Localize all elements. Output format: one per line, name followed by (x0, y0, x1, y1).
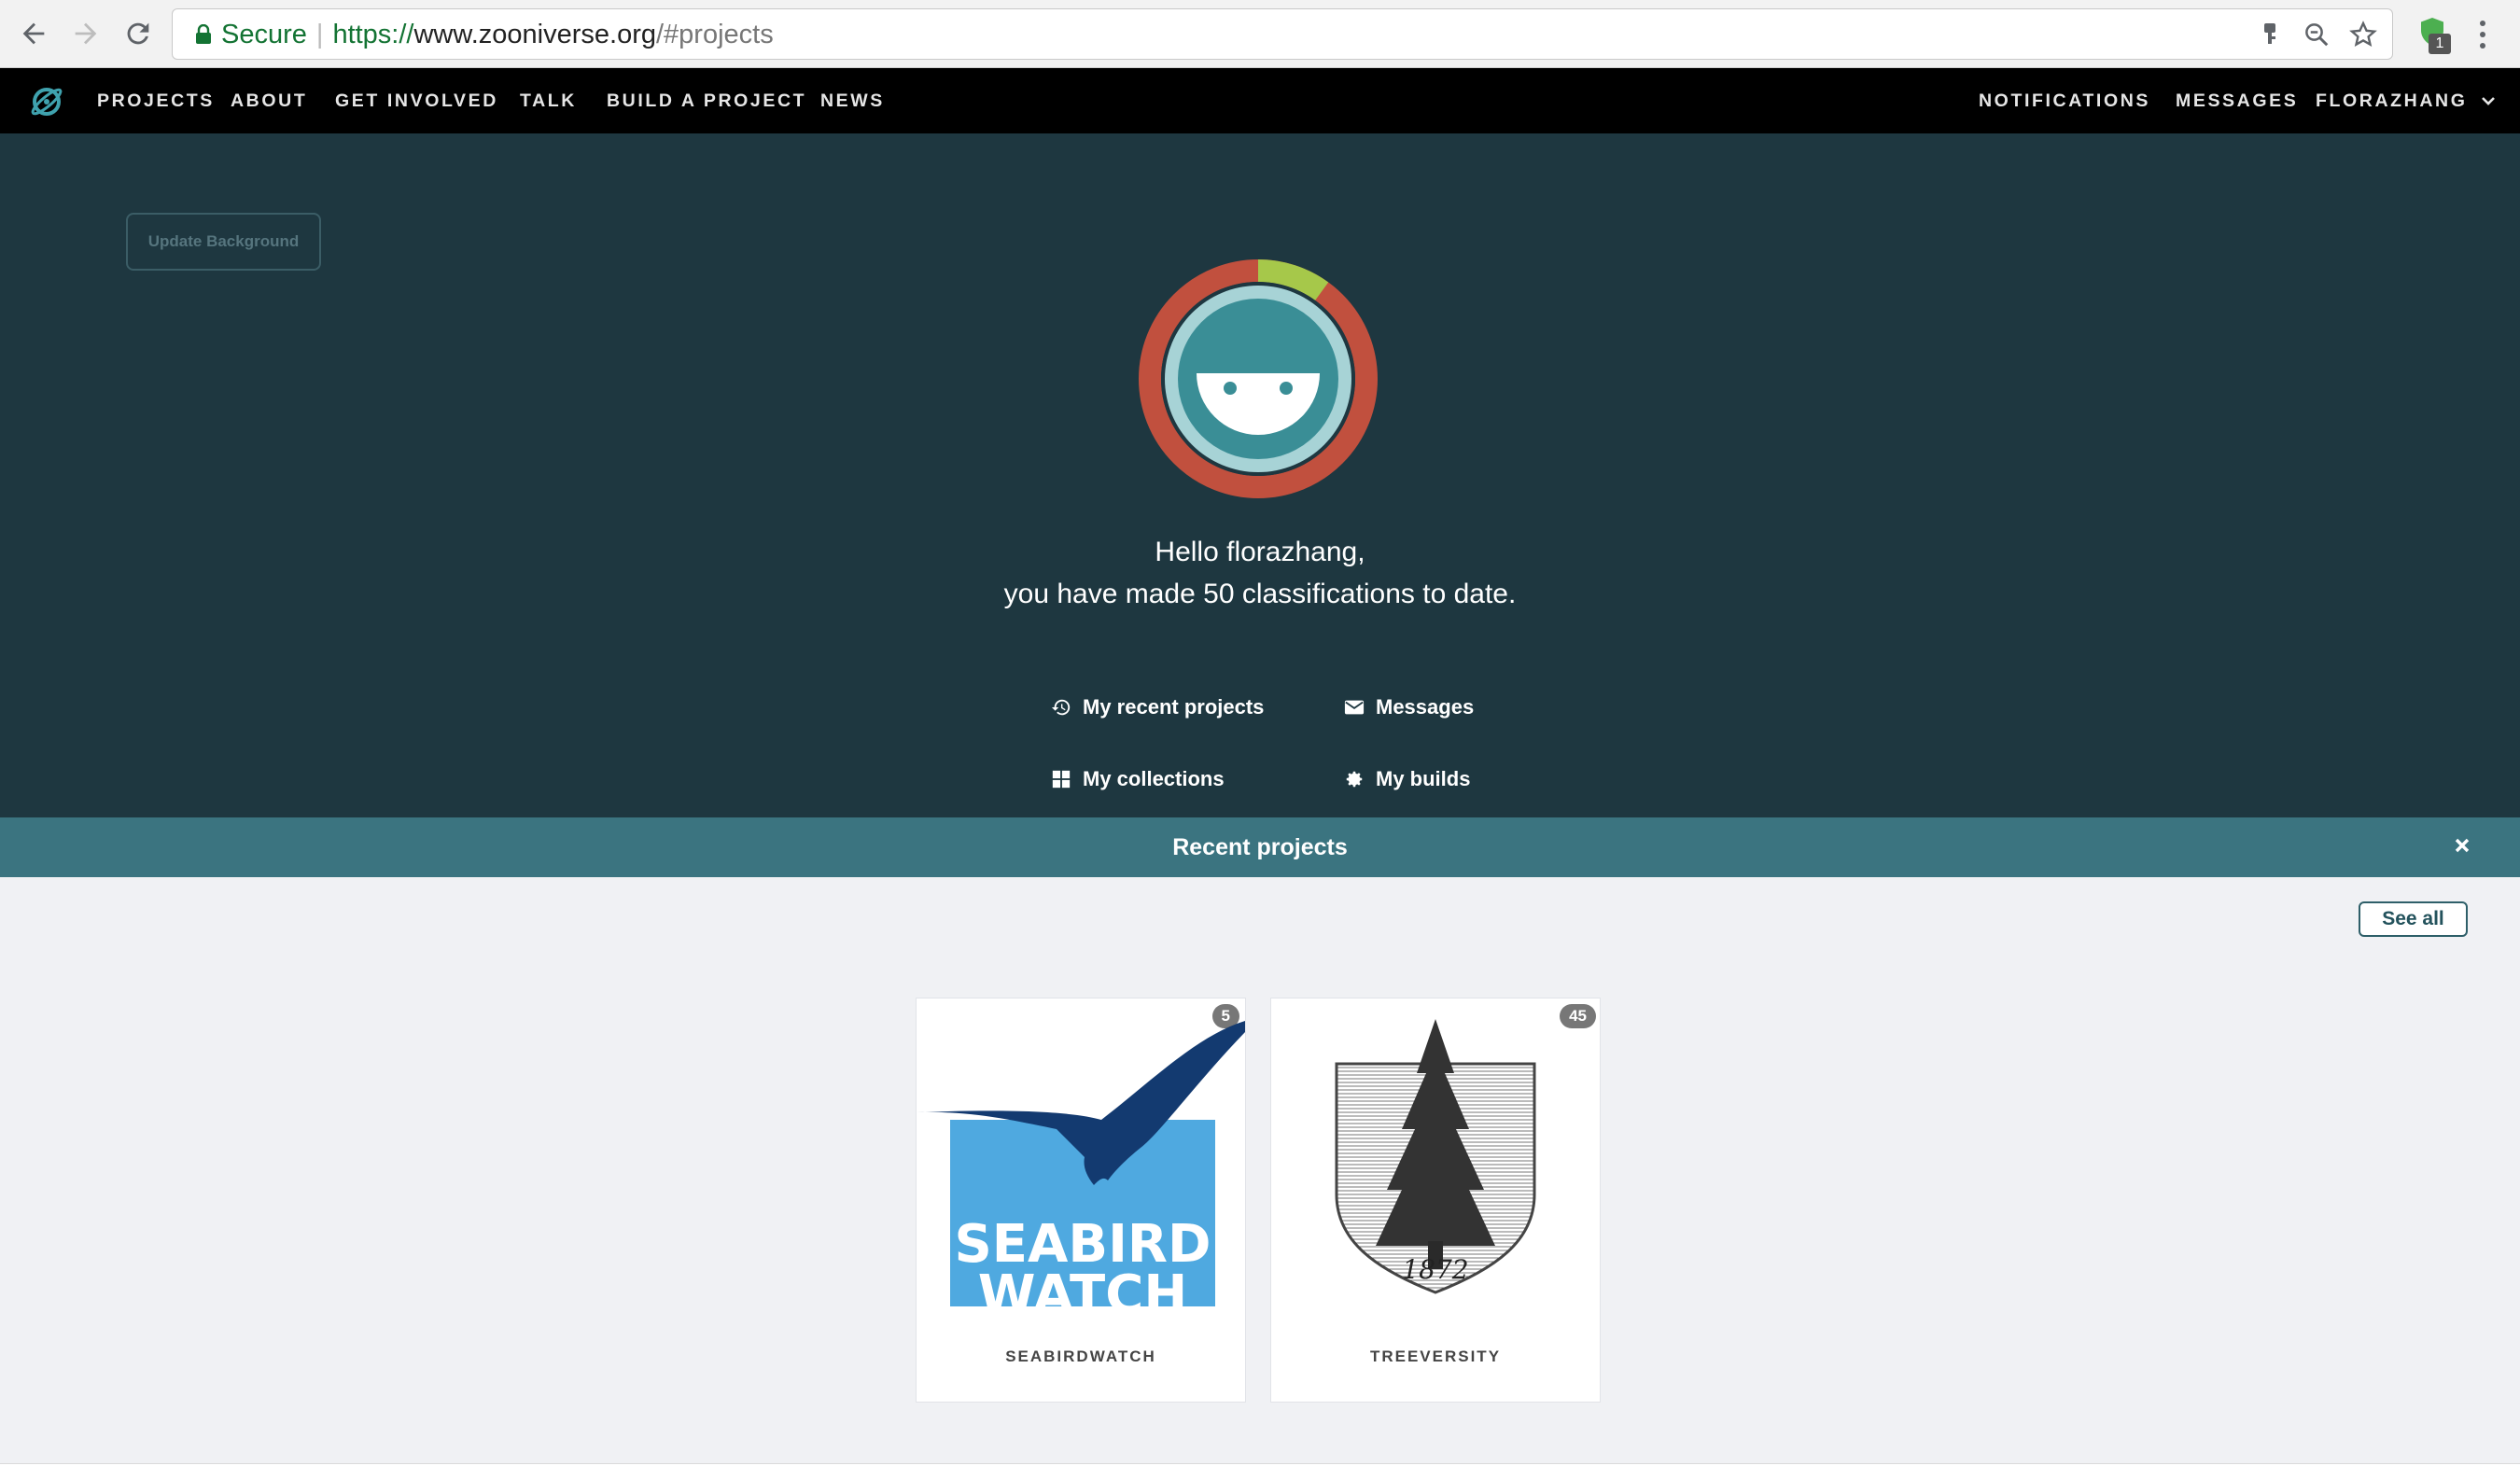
nav-projects[interactable]: PROJECTS (97, 68, 215, 133)
user-menu[interactable]: FLORAZHANG (2316, 68, 2496, 133)
gear-icon (1346, 771, 1363, 788)
close-icon[interactable] (2447, 831, 2477, 860)
nav-news[interactable]: NEWS (820, 68, 885, 133)
project-card-treeversity[interactable]: 45 1872 TREEVERSITY (1270, 998, 1601, 1403)
browser-menu-icon[interactable] (2469, 17, 2497, 52)
my-recent-projects-link[interactable]: My recent projects (1051, 689, 1264, 726)
forward-button[interactable] (65, 13, 106, 54)
lock-icon (196, 23, 211, 44)
my-collections-link[interactable]: My collections (1051, 761, 1225, 798)
nav-get-involved[interactable]: GET INVOLVED (335, 68, 498, 133)
forward-arrow-icon (75, 22, 97, 45)
recent-projects-title: Recent projects (1172, 834, 1348, 860)
update-background-button[interactable]: Update Background (126, 213, 321, 271)
chevron-down-icon (2481, 97, 2495, 105)
reload-icon (127, 22, 149, 45)
page-footer-edge (0, 1463, 2520, 1480)
address-text[interactable]: Secure | https://www.zooniverse.org/#proje… (195, 9, 774, 61)
project-name-treeversity: TREEVERSITY (1369, 1347, 1502, 1365)
url-host: www.zooniverse.org (413, 20, 656, 49)
messages-link[interactable]: Messages (1344, 689, 1474, 726)
back-button[interactable] (13, 13, 54, 54)
bookmark-star-icon[interactable] (2345, 17, 2381, 52)
my-builds-link[interactable]: My builds (1344, 761, 1470, 798)
nav-notifications[interactable]: NOTIFICATIONS (1979, 68, 2150, 133)
greeting: Hello florazhang, (1155, 537, 1365, 567)
url-path: /#projects (655, 20, 774, 49)
browser-toolbar: Secure | https://www.zooniverse.org/#proje… (0, 0, 2520, 68)
svg-text:WATCH: WATCH (978, 1264, 1187, 1306)
zoom-icon[interactable] (2299, 17, 2334, 52)
my-recent-projects-label: My recent projects (1083, 695, 1265, 719)
back-arrow-icon (22, 22, 45, 45)
avatar-left-eye (1224, 382, 1237, 395)
avatar-svg (1139, 259, 1378, 498)
svg-text:1872: 1872 (1402, 1254, 1468, 1285)
grid-icon (1052, 770, 1071, 789)
address-separator: | (315, 20, 324, 49)
nav-build-a-project[interactable]: BUILD A PROJECT (607, 68, 806, 133)
classification-count: you have made 50 classifications to date… (1003, 579, 1517, 609)
my-collections-label: My collections (1083, 767, 1225, 790)
seabirdwatch-logo: SEABIRD WATCH (917, 1021, 1245, 1306)
nav-messages[interactable]: MESSAGES (2176, 68, 2298, 133)
recent-projects-bar: Recent projects (0, 817, 2520, 877)
reload-button[interactable] (118, 13, 159, 54)
key-icon[interactable] (2252, 17, 2288, 52)
site-navigation: PROJECTS ABOUT GET INVOLVED TALK BUILD A… (0, 68, 2520, 133)
zooniverse-logo-icon[interactable] (28, 83, 65, 120)
project-name-seabirdwatch: SEABIRDWATCH (1005, 1347, 1156, 1365)
treeversity-logo: 1872 (1335, 1019, 1536, 1294)
nav-about[interactable]: ABOUT (231, 68, 307, 133)
url-scheme: https:// (332, 20, 414, 49)
address-bar[interactable]: Secure | https://www.zooniverse.org/#proje… (172, 8, 2393, 60)
project-card-seabirdwatch[interactable]: 5 SEABIRD WATCH SEABIRDWATCH (916, 998, 1246, 1403)
extension-badge: 1 (2429, 34, 2451, 54)
avatar (1137, 258, 1379, 500)
secure-label: Secure (221, 20, 307, 49)
see-all-button[interactable]: See all (2359, 901, 2468, 937)
profile-hero: Update Background Hello florazhang, you … (0, 133, 2520, 817)
envelope-icon (1344, 700, 1365, 715)
messages-label: Messages (1376, 695, 1475, 719)
user-name: FLORAZHANG (2316, 91, 2468, 111)
my-builds-label: My builds (1376, 767, 1471, 790)
avatar-right-eye (1280, 382, 1293, 395)
nav-talk[interactable]: TALK (520, 68, 577, 133)
history-icon (1051, 699, 1071, 716)
